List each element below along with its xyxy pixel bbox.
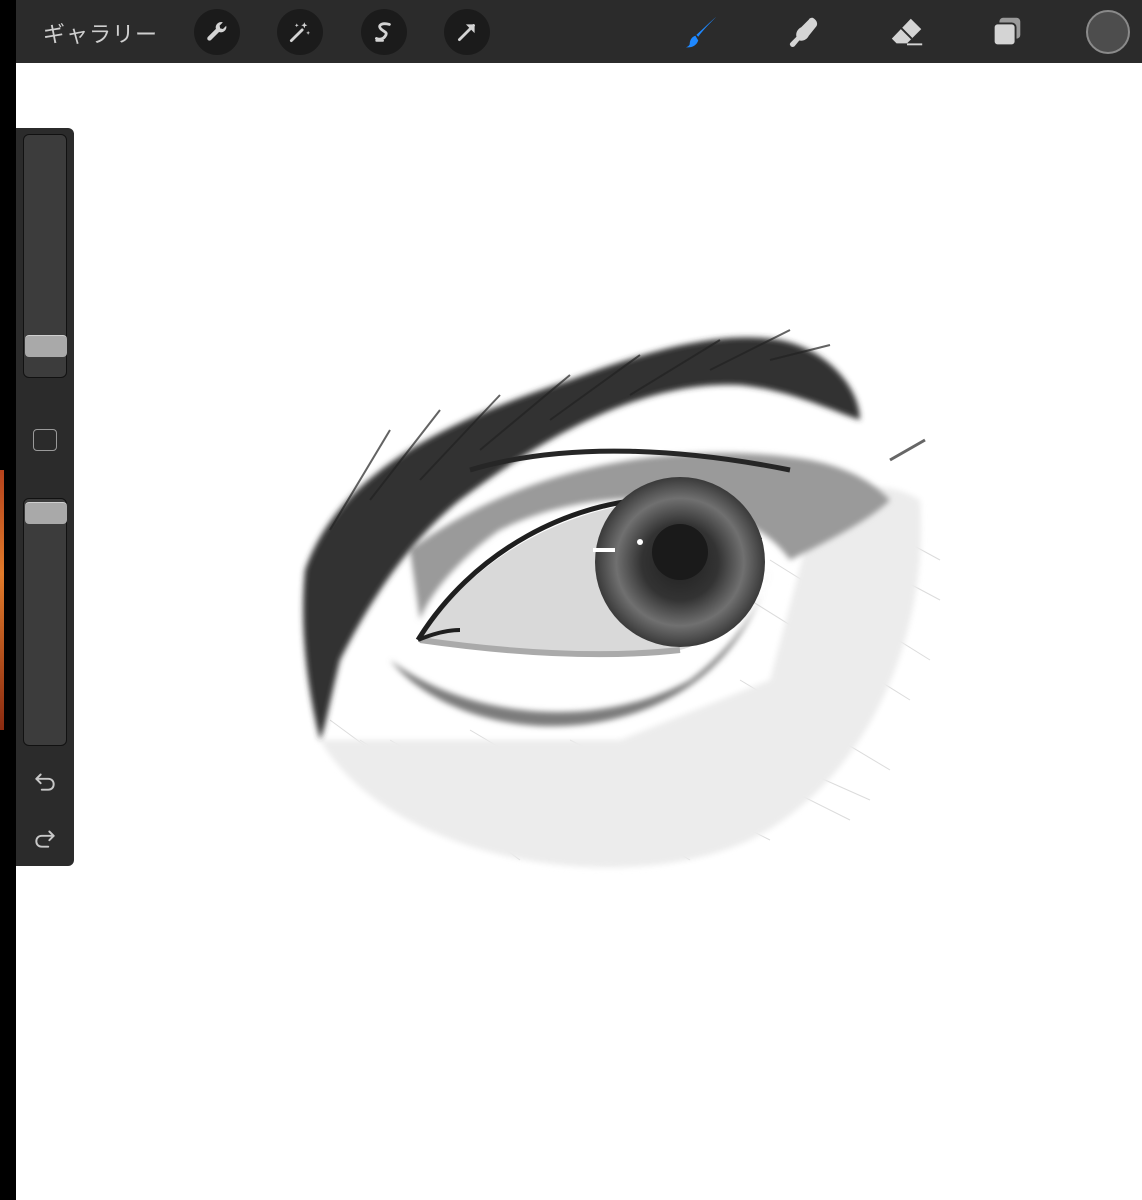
layers-icon: [992, 17, 1021, 47]
actions-button[interactable]: [194, 9, 240, 55]
smudge-icon: [789, 17, 818, 47]
brush-size-slider[interactable]: [23, 134, 67, 378]
brush-icon: [685, 16, 717, 48]
adjustments-button[interactable]: [277, 9, 323, 55]
eye-sketch-artwork: [270, 300, 970, 900]
selection-button[interactable]: [361, 9, 407, 55]
magic-wand-icon: [289, 22, 311, 43]
eraser-icon: [891, 18, 923, 46]
eraser-tool[interactable]: [887, 12, 927, 52]
redo-icon: [35, 830, 55, 848]
smudge-tool[interactable]: [785, 12, 825, 52]
left-screen-edge: [0, 0, 16, 1200]
selection-icon: [375, 22, 391, 42]
brush-size-thumb[interactable]: [25, 335, 67, 357]
transform-button[interactable]: [444, 9, 490, 55]
layers-tool[interactable]: [987, 12, 1027, 52]
wrench-icon: [207, 22, 227, 41]
side-controls: [16, 128, 74, 866]
modify-button[interactable]: [33, 429, 57, 451]
undo-icon: [35, 773, 55, 791]
top-toolbar: ギャラリー: [16, 0, 1142, 63]
undo-button[interactable]: [30, 766, 60, 796]
redo-button[interactable]: [30, 823, 60, 853]
opacity-slider[interactable]: [23, 498, 67, 746]
left-edge-glow: [0, 470, 4, 730]
brush-tool[interactable]: [683, 12, 723, 52]
transform-arrow-icon: [458, 24, 475, 41]
gallery-button[interactable]: ギャラリー: [43, 17, 158, 49]
opacity-thumb[interactable]: [25, 502, 67, 524]
color-picker-button[interactable]: [1086, 10, 1130, 54]
